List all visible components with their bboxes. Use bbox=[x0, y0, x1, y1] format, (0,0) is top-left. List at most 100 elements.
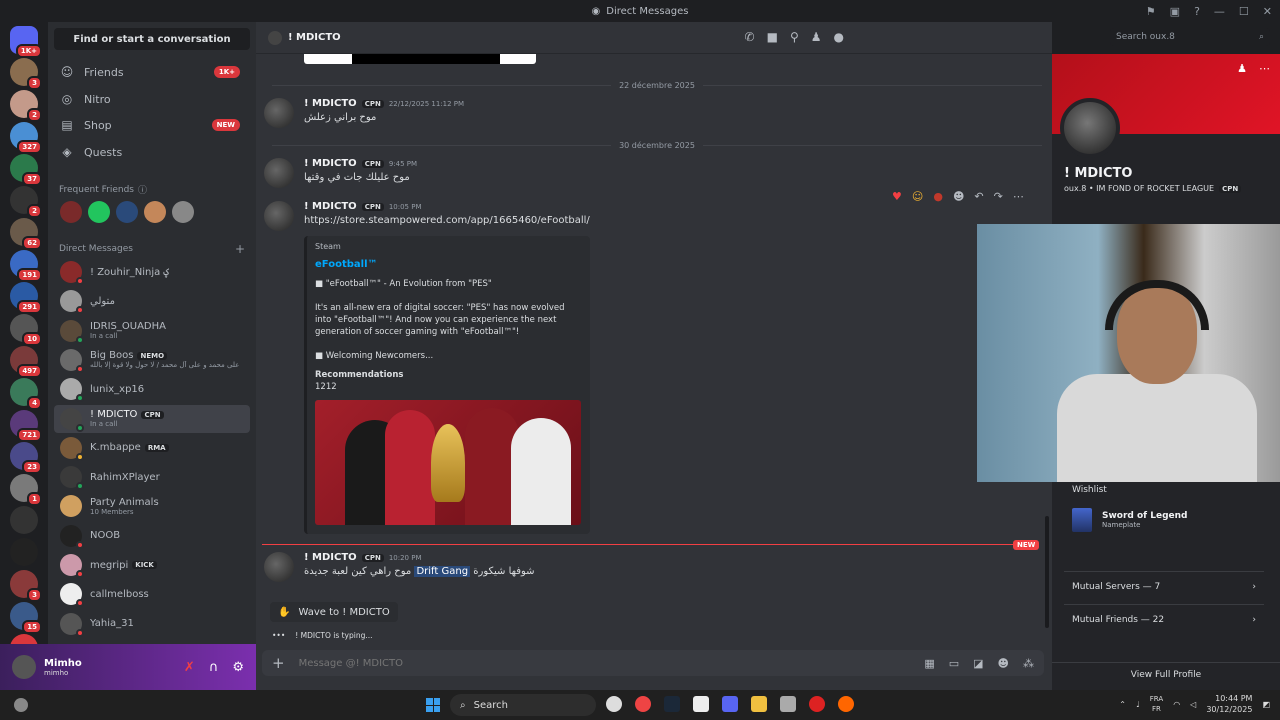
user-profile-icon[interactable]: ● bbox=[834, 30, 844, 44]
mutual-friends-row[interactable]: Mutual Friends — 22 › bbox=[1064, 604, 1264, 634]
wave-button[interactable]: ✋ Wave to ! MDICTO bbox=[270, 602, 398, 622]
avatar[interactable] bbox=[264, 201, 294, 231]
dm-item[interactable]: NOOB bbox=[54, 522, 250, 550]
forward-icon[interactable]: ↷ bbox=[994, 190, 1003, 203]
chevron-up-icon[interactable]: ⌃ bbox=[1119, 700, 1126, 709]
volume-icon[interactable]: ◁ bbox=[1190, 700, 1196, 709]
widgets-icon[interactable] bbox=[14, 698, 28, 712]
voice-call-icon[interactable]: ✆ bbox=[745, 30, 755, 44]
clock[interactable]: 10:44 PM 30/12/2025 bbox=[1206, 693, 1252, 715]
message-input[interactable] bbox=[298, 657, 899, 669]
avatar[interactable] bbox=[12, 655, 36, 679]
embed-image[interactable] bbox=[315, 400, 581, 525]
close-button[interactable]: ✕ bbox=[1263, 5, 1272, 18]
embed-title[interactable]: eFootball™ bbox=[315, 259, 582, 270]
opera-icon[interactable] bbox=[809, 696, 825, 712]
microphone-icon[interactable]: ♩ bbox=[1136, 700, 1140, 709]
server-icon[interactable]: 2 bbox=[10, 186, 42, 218]
chatgpt-icon[interactable] bbox=[606, 696, 622, 712]
view-full-profile-button[interactable]: View Full Profile bbox=[1052, 662, 1280, 686]
screen-icon[interactable]: ▣ bbox=[1170, 5, 1180, 18]
nav-nitro[interactable]: ◎ Nitro bbox=[54, 87, 250, 111]
avatar[interactable] bbox=[264, 158, 294, 188]
frequent-friend-avatar[interactable] bbox=[172, 201, 194, 223]
server-icon[interactable]: 291 bbox=[10, 282, 42, 314]
emoji-icon[interactable]: ☻ bbox=[998, 657, 1009, 670]
dm-item[interactable]: lunix_xp16 bbox=[54, 375, 250, 403]
laugh-reaction-icon[interactable]: ☺ bbox=[912, 190, 923, 203]
avatar[interactable] bbox=[264, 552, 294, 582]
wishlist-item[interactable]: Sword of Legend Nameplate bbox=[1072, 500, 1252, 540]
inbox-icon[interactable]: ⚑ bbox=[1146, 5, 1156, 18]
reaction-icon[interactable]: ● bbox=[933, 190, 943, 203]
profile-avatar[interactable] bbox=[1060, 98, 1120, 158]
frequent-friend-avatar[interactable] bbox=[88, 201, 110, 223]
dm-item[interactable]: ! Zouhir_Ninja ؼ bbox=[54, 258, 250, 286]
add-reaction-icon[interactable]: ☻ bbox=[953, 190, 964, 203]
info-icon[interactable]: ⓘ bbox=[138, 183, 147, 196]
taskbar-search[interactable]: ⌕ Search bbox=[450, 694, 596, 716]
add-friend-icon[interactable]: ♟ bbox=[1237, 62, 1247, 75]
mutual-servers-row[interactable]: Mutual Servers — 7 › bbox=[1064, 571, 1264, 601]
dm-item[interactable]: ! MDICTO CPN In a call bbox=[54, 404, 250, 433]
server-icon[interactable]: 191 bbox=[10, 250, 42, 282]
search-input[interactable]: Search oux.8 ⌕ bbox=[1110, 28, 1270, 46]
server-icon[interactable]: 15 bbox=[10, 602, 42, 634]
add-dm-icon[interactable]: + bbox=[235, 242, 245, 256]
dm-item[interactable]: callmelboss bbox=[54, 580, 250, 608]
previous-image-attachment[interactable] bbox=[304, 54, 536, 64]
server-icon[interactable]: 37 bbox=[10, 154, 42, 186]
message-author[interactable]: ! MDICTO bbox=[304, 201, 357, 212]
server-icon[interactable]: 3 bbox=[10, 58, 42, 90]
nav-quests[interactable]: ◈ Quests bbox=[54, 140, 250, 164]
discord-icon[interactable] bbox=[722, 696, 738, 712]
server-icon[interactable]: 10 bbox=[10, 314, 42, 346]
windows-start-icon[interactable] bbox=[426, 698, 440, 712]
add-attachment-icon[interactable]: + bbox=[272, 654, 285, 672]
gif-icon[interactable]: ▭ bbox=[949, 657, 959, 670]
frequent-friend-avatar[interactable] bbox=[116, 201, 138, 223]
dm-item[interactable]: متولي bbox=[54, 287, 250, 315]
steam-icon[interactable] bbox=[664, 696, 680, 712]
nav-shop[interactable]: ▤ Shop NEW bbox=[54, 113, 250, 137]
server-icon[interactable] bbox=[10, 538, 38, 566]
chat-scrollbar[interactable] bbox=[1045, 516, 1049, 628]
dm-item[interactable]: Yahia_31 bbox=[54, 610, 250, 638]
server-icon[interactable]: 721 bbox=[10, 410, 42, 442]
server-icon[interactable]: 1K+ bbox=[10, 26, 42, 58]
more-icon[interactable]: ⋯ bbox=[1013, 190, 1024, 203]
message-author[interactable]: ! MDICTO bbox=[304, 552, 357, 563]
sticker-icon[interactable]: ◪ bbox=[973, 657, 983, 670]
dm-item[interactable]: Big BoosNEMOاللهم صل على محمد و على آل م… bbox=[54, 346, 250, 374]
language-indicator[interactable]: FRA FR bbox=[1150, 694, 1163, 714]
server-icon[interactable]: 2 bbox=[10, 90, 42, 122]
add-friends-icon[interactable]: ♟ bbox=[811, 30, 822, 44]
frequent-friend-avatar[interactable] bbox=[60, 201, 82, 223]
settings-gear-icon[interactable]: ⚙ bbox=[232, 660, 244, 675]
nav-friends[interactable]: ☺ Friends 1K+ bbox=[54, 60, 250, 84]
pin-icon[interactable]: ⚲ bbox=[790, 30, 799, 44]
reply-icon[interactable]: ↶ bbox=[974, 190, 983, 203]
file-explorer-icon[interactable] bbox=[751, 696, 767, 712]
dm-item[interactable]: RahimXPlayer bbox=[54, 463, 250, 491]
video-call-icon[interactable]: ■ bbox=[767, 30, 778, 44]
message-link[interactable]: https://store.steampowered.com/app/16654… bbox=[304, 215, 590, 226]
message-author[interactable]: ! MDICTO bbox=[304, 158, 357, 169]
wifi-icon[interactable]: ◠ bbox=[1173, 700, 1180, 709]
server-icon[interactable]: 23 bbox=[10, 442, 42, 474]
gift-icon[interactable]: ▦ bbox=[924, 657, 934, 670]
server-icon[interactable]: 4 bbox=[10, 378, 42, 410]
server-icon[interactable] bbox=[10, 506, 38, 534]
avatar[interactable] bbox=[264, 98, 294, 128]
mute-mic-icon[interactable]: ✗ bbox=[184, 660, 195, 675]
server-icon[interactable]: 327 bbox=[10, 122, 42, 154]
help-icon[interactable]: ? bbox=[1194, 5, 1200, 18]
dm-item[interactable]: Party Animals 10 Members bbox=[54, 492, 250, 520]
minimize-button[interactable]: — bbox=[1214, 5, 1225, 18]
firefox-icon[interactable] bbox=[838, 696, 854, 712]
frequent-friend-avatar[interactable] bbox=[144, 201, 166, 223]
server-icon[interactable]: 3 bbox=[10, 570, 42, 602]
chrome-icon[interactable] bbox=[635, 696, 651, 712]
app-icon[interactable] bbox=[693, 696, 709, 712]
maximize-button[interactable]: ☐ bbox=[1239, 5, 1249, 18]
